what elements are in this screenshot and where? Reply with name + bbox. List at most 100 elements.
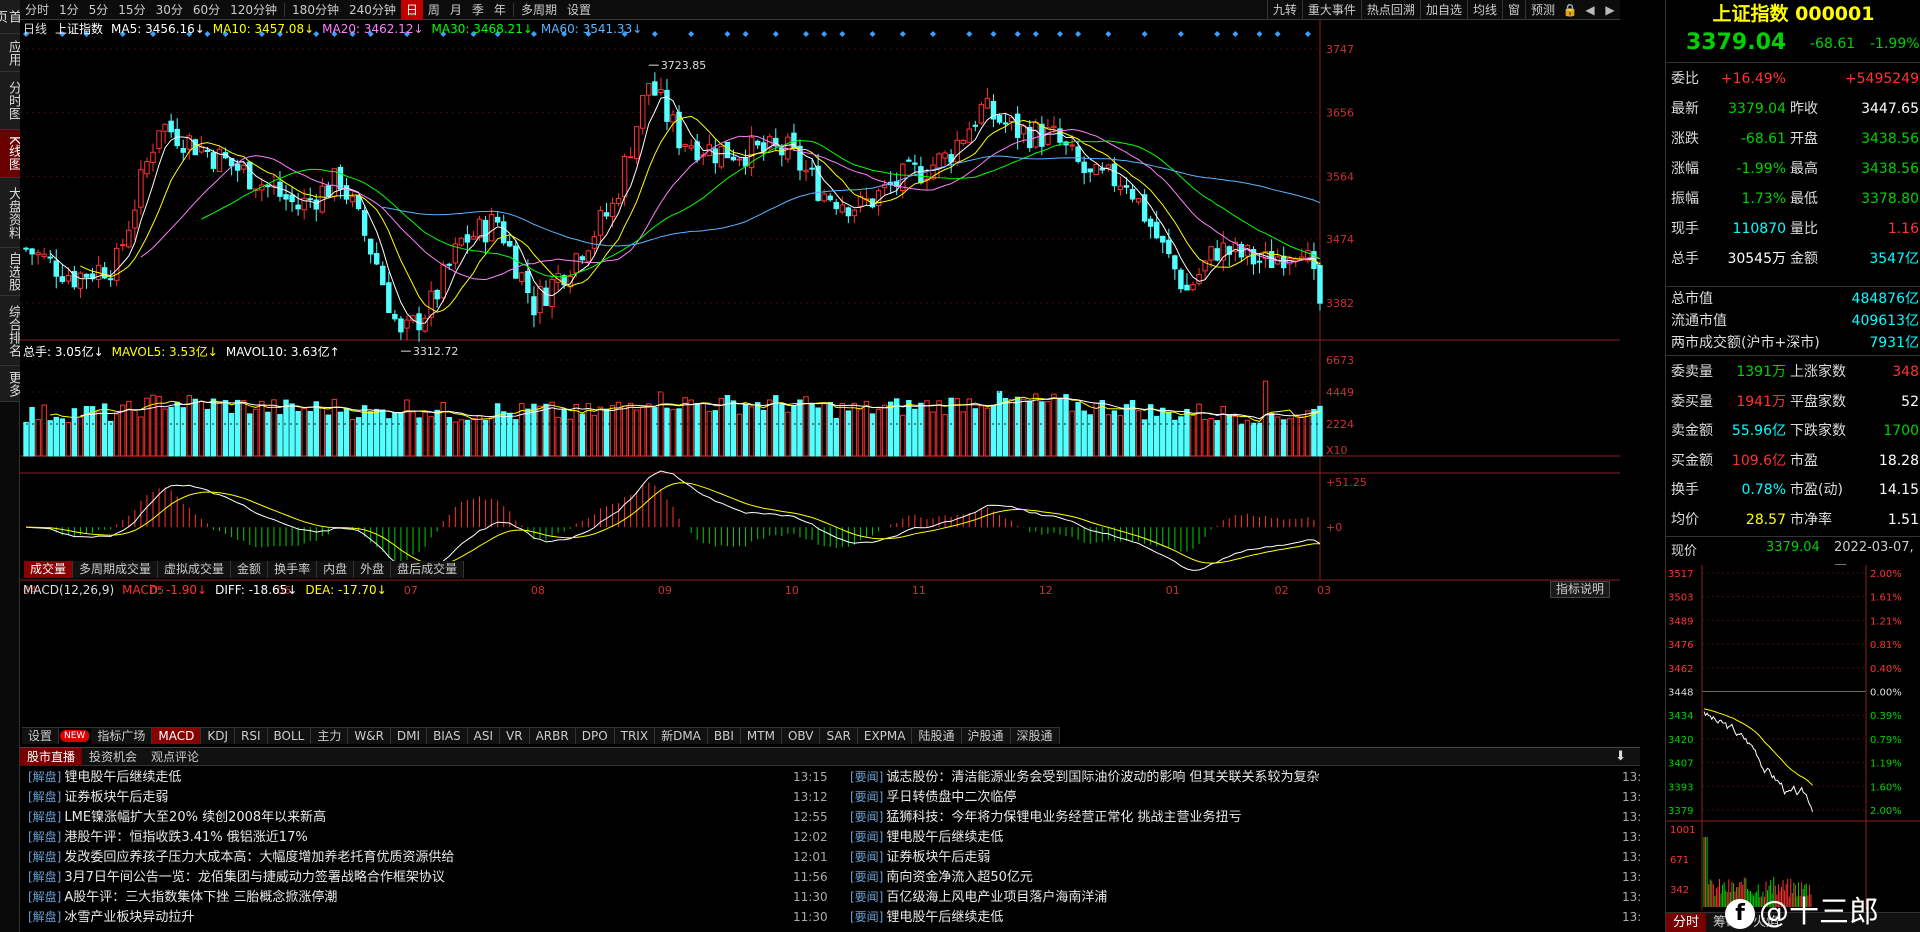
period-button-4[interactable]: 30分	[151, 0, 188, 20]
period-button-1[interactable]: 1分	[54, 0, 84, 20]
candle[interactable]	[978, 101, 985, 125]
news-title[interactable]: 锂电股午后继续走低	[64, 770, 181, 785]
indicator-tab-19[interactable]: OBV	[781, 728, 821, 744]
candle[interactable]	[1178, 267, 1184, 293]
news-title[interactable]: 锂电股午后继续走低	[886, 830, 1003, 845]
kline-chart[interactable]: 3747 3656 3564 3474 3382 3723.85 3312.72 6673 44…	[20, 20, 1620, 720]
news-item[interactable]: [要闻]锂电股午后继续走低 13:05	[850, 907, 1640, 927]
candle[interactable]	[247, 161, 253, 190]
news-title[interactable]: 锂电股午后继续走低	[886, 910, 1003, 925]
sidebar-tab-apps[interactable]: 应用	[0, 34, 21, 72]
news-item[interactable]: [要闻] 诚志股份：清洁能源业务会受到国际油价波动的影响 但其关联关系较为复杂 13…	[850, 767, 1640, 787]
period-button-2[interactable]: 5分	[84, 0, 114, 20]
back-icon[interactable]: ◀	[1580, 0, 1600, 20]
candle[interactable]	[216, 147, 223, 172]
indicator-tab-8[interactable]: W&R	[348, 728, 391, 744]
news-title[interactable]: 孚日转债盘中二次临停	[886, 790, 1016, 805]
nine-turn-button[interactable]: 九转	[1266, 0, 1302, 20]
indicator-tab-23[interactable]: 沪股通	[961, 728, 1011, 744]
news-item[interactable]: [解盘] LME镍涨幅扩大至20% 续创2008年以来新高 12:55	[28, 807, 828, 827]
indicator-tab-24[interactable]: 深股通	[1010, 728, 1060, 744]
sidebar-tab-watchlist[interactable]: 自选股	[0, 248, 21, 296]
indicator-tab-22[interactable]: 陆股通	[912, 728, 962, 744]
news-title[interactable]: 猛狮科技：今年将力保锂电业务经营正常化 挑战主营业务扭亏	[886, 810, 1241, 825]
period-button-12[interactable]: 季	[467, 0, 489, 20]
indicator-tab-7[interactable]: 主力	[311, 728, 349, 744]
news-tab-opportunities[interactable]: 投资机会	[82, 748, 144, 766]
add-watchlist-button[interactable]: 加自选	[1419, 0, 1467, 20]
volume-tab-3[interactable]: 金额	[231, 561, 269, 578]
indicator-tab-13[interactable]: ARBR	[529, 728, 576, 744]
news-item[interactable]: [解盘] 港股午评：恒指收跌3.41% 俄铝涨近17% 12:02	[28, 827, 828, 847]
period-button-8[interactable]: 240分钟	[344, 0, 401, 20]
news-tab-live[interactable]: 股市直播	[20, 747, 83, 766]
indicator-tab-4[interactable]: KDJ	[201, 728, 235, 744]
period-button-13[interactable]: 年	[489, 0, 511, 20]
candle[interactable]	[355, 194, 362, 211]
indicator-tab-0[interactable]: 设置	[22, 728, 60, 744]
indicator-tab-11[interactable]: ASI	[467, 728, 501, 744]
news-item[interactable]: [解盘] 证券板块午后走弱 13:12	[28, 787, 828, 807]
news-title[interactable]: 证券板块午后走弱	[64, 790, 168, 805]
indicator-tab-9[interactable]: DMI	[390, 728, 428, 744]
news-title[interactable]: 南向资金净流入超50亿元	[886, 870, 1033, 885]
news-title[interactable]: 百亿级海上风电产业项目落户海南洋浦	[886, 890, 1107, 905]
sidebar-tab-rankings[interactable]: 综合排名	[0, 296, 21, 366]
news-title[interactable]: LME镍涨幅扩大至20% 续创2008年以来新高	[64, 810, 326, 825]
period-button-0[interactable]: 分时	[20, 0, 54, 20]
indicator-tab-5[interactable]: RSI	[235, 728, 268, 744]
volume-tab-4[interactable]: 换手率	[268, 561, 318, 578]
candle[interactable]	[1141, 189, 1148, 224]
kline-chart-panel[interactable]: 3747 3656 3564 3474 3382 3723.85 3312.72 6673 44…	[20, 20, 1620, 720]
volume-tab-0[interactable]: 成交量	[24, 561, 74, 578]
sidebar-tab-market-info[interactable]: 大盘资料	[0, 178, 21, 248]
indicator-help-button[interactable]: 指标说明	[1550, 581, 1611, 598]
news-title[interactable]: 冰雪产业板块异动拉升	[64, 910, 194, 925]
indicator-tab-17[interactable]: BBI	[707, 728, 741, 744]
indicator-tab-2[interactable]: 指标广场	[91, 728, 153, 744]
indicator-tab-15[interactable]: TRIX	[614, 728, 656, 744]
candle[interactable]	[458, 237, 465, 247]
news-item[interactable]: [要闻]猛狮科技：今年将力保锂电业务经营正常化 挑战主营业务扭亏 13:17	[850, 807, 1640, 827]
indicator-tab-3[interactable]: MACD	[152, 728, 202, 744]
news-item[interactable]: [解盘] 锂电股午后继续走低 13:15	[28, 767, 828, 787]
indicator-tab-18[interactable]: MTM	[740, 728, 782, 744]
news-item[interactable]: [解盘] 冰雪产业板块异动拉升 11:30	[28, 907, 828, 927]
mini-tab-intraday[interactable]: 分时	[1666, 913, 1707, 932]
sidebar-tab-kline[interactable]: K线图	[0, 130, 21, 178]
news-item[interactable]: [要闻]证券板块午后走弱 13:12	[850, 847, 1640, 867]
volume-tab-6[interactable]: 外盘	[354, 561, 392, 578]
indicator-tab-16[interactable]: 新DMA	[655, 728, 708, 744]
window-button[interactable]: 窗	[1501, 0, 1525, 20]
candle[interactable]	[718, 145, 725, 170]
news-tab-opinions[interactable]: 观点评论	[144, 748, 206, 766]
news-title[interactable]: 诚志股份：清洁能源业务会受到国际油价波动的影响 但其关联关系较为复杂	[886, 770, 1319, 785]
volume-tab-1[interactable]: 多周期成交量	[73, 561, 159, 578]
candle[interactable]	[476, 216, 483, 241]
news-title[interactable]: 港股午评：恒指收跌3.41% 俄铝涨近17%	[64, 830, 307, 845]
intraday-mini-chart[interactable]: 3517 2.00% 3503 1.61% 3489 1.21% 3476 0.81% 3462…	[1666, 565, 1920, 910]
sidebar-tab-home[interactable]: 首页	[0, 0, 21, 34]
sidebar-tab-intraday[interactable]: 分时图	[0, 72, 21, 130]
indicator-tab-21[interactable]: EXPMA	[857, 728, 913, 744]
news-title[interactable]: 3月7日午间公告一览：龙佰集团与捷威动力签署战略合作框架协议	[64, 870, 445, 885]
news-item[interactable]: [解盘] 3月7日午间公告一览：龙佰集团与捷威动力签署战略合作框架协议 11:56	[28, 867, 828, 887]
news-title[interactable]: 发改委回应养孩子压力大成本高：大幅度增加养老托育优质资源供给	[64, 850, 454, 865]
news-item[interactable]: [要闻]百亿级海上风电产业项目落户海南洋浦 13:07	[850, 887, 1640, 907]
period-button-5[interactable]: 60分	[188, 0, 225, 20]
candle[interactable]	[1317, 262, 1323, 311]
period-button-14[interactable]: 多周期	[516, 0, 562, 20]
forecast-button[interactable]: 预测	[1524, 0, 1560, 20]
volume-tab-5[interactable]: 内盘	[317, 561, 355, 578]
volume-tab-7[interactable]: 盘后成交量	[391, 561, 465, 578]
news-item[interactable]: [解盘] A股午评：三大指数集体下挫 三胎概念掀涨停潮 11:30	[28, 887, 828, 907]
forward-icon[interactable]: ▶	[1600, 0, 1620, 20]
period-button-9[interactable]: 日	[400, 0, 423, 20]
candle[interactable]	[113, 242, 120, 287]
indicator-tab-6[interactable]: BOLL	[267, 728, 312, 744]
candle[interactable]	[210, 149, 217, 173]
indicator-tab-1[interactable]: NEW	[60, 730, 91, 742]
candle[interactable]	[724, 141, 731, 159]
candle[interactable]	[676, 105, 682, 156]
candle[interactable]	[440, 260, 446, 303]
